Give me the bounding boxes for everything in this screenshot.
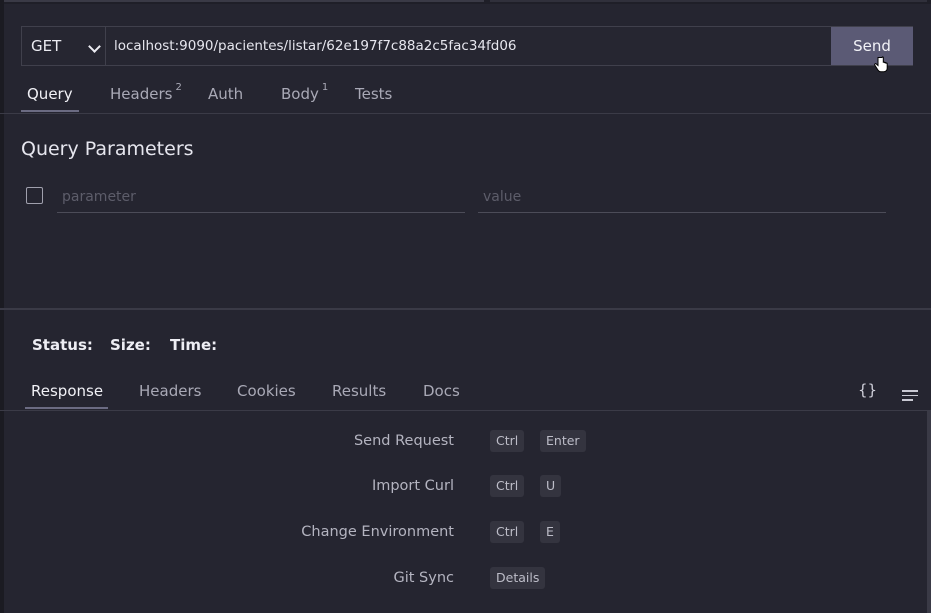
url-input[interactable]	[114, 27, 824, 65]
lines-menu-icon[interactable]	[902, 390, 918, 404]
size-label: Size:	[110, 336, 151, 354]
param-name-input[interactable]	[57, 184, 470, 210]
tab-auth[interactable]: Auth	[208, 85, 243, 103]
query-parameters-title: Query Parameters	[21, 138, 194, 160]
tab-headers[interactable]: Headers 2	[110, 82, 182, 103]
method-label: GET	[31, 37, 62, 55]
shortcut-label: Send Request	[353, 433, 454, 449]
shortcut-key: U	[540, 475, 562, 497]
shortcut-details-key: Details	[490, 567, 546, 589]
shortcut-git-sync: Git Sync Details	[0, 567, 931, 591]
shortcut-change-environment: Change Environment Ctrl E	[0, 521, 931, 545]
headers-count-badge: 2	[175, 82, 182, 93]
request-tabs: Query Headers 2 Auth Body 1 Tests	[0, 78, 931, 114]
tab-tests[interactable]: Tests	[355, 85, 392, 103]
tab-cookies[interactable]: Cookies	[237, 382, 296, 400]
status-label: Status:	[32, 336, 93, 354]
time-label: Time:	[170, 336, 218, 354]
tab-query[interactable]: Query	[27, 85, 73, 103]
braces-icon[interactable]: {}	[858, 381, 877, 399]
active-response-tab-indicator	[25, 407, 108, 409]
send-button[interactable]: Send	[831, 27, 913, 65]
url-bar: GET Send	[21, 26, 913, 66]
pane-divider[interactable]	[0, 308, 931, 310]
top-edge	[0, 0, 931, 4]
param-name-field	[57, 184, 470, 213]
shortcut-label: Import Curl	[371, 478, 454, 494]
chevron-down-icon	[88, 40, 101, 53]
shortcut-label: Change Environment	[301, 524, 454, 540]
active-tab-indicator	[21, 110, 79, 112]
method-select[interactable]: GET	[22, 27, 106, 65]
shortcut-key: Enter	[540, 430, 586, 452]
param-value-input[interactable]	[478, 184, 891, 210]
shortcut-key: Ctrl	[490, 430, 525, 452]
shortcut-import-curl: Import Curl Ctrl U	[0, 475, 931, 499]
tab-response[interactable]: Response	[31, 382, 103, 400]
hand-cursor-icon	[874, 56, 888, 73]
tab-results[interactable]: Results	[332, 382, 386, 400]
response-tabs: Response Headers Cookies Results Docs {}	[0, 373, 931, 411]
shortcut-key: Ctrl	[490, 475, 525, 497]
tab-body[interactable]: Body 1	[281, 82, 329, 103]
param-enabled-checkbox[interactable]	[26, 187, 43, 204]
shortcut-send-request: Send Request Ctrl Enter	[0, 430, 931, 454]
shortcut-key: E	[540, 521, 560, 543]
body-count-badge: 1	[321, 82, 329, 93]
tab-response-headers[interactable]: Headers	[139, 382, 201, 400]
shortcut-key: Ctrl	[490, 521, 525, 543]
tab-docs[interactable]: Docs	[423, 382, 460, 400]
shortcut-label: Git Sync	[393, 570, 454, 586]
param-value-field	[478, 184, 891, 213]
